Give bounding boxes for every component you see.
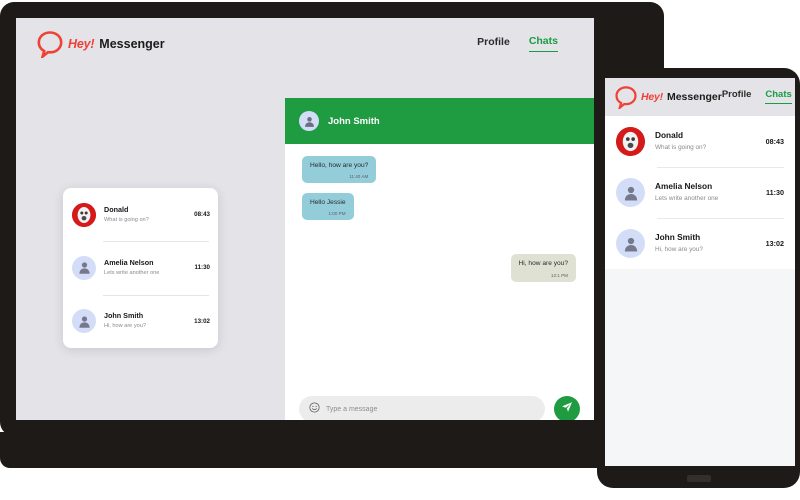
conversation-header: John Smith — [285, 98, 594, 144]
chat-item-preview: Hi, how are you? — [104, 323, 146, 330]
conversation-title: John Smith — [328, 115, 380, 127]
mobile-chat-list: Donald What is going on? 08:43 Amelia Ne… — [605, 116, 795, 269]
nav-profile[interactable]: Profile — [722, 90, 752, 104]
message-row-outgoing: Hi, how are you? 12:1 PM — [302, 254, 576, 282]
person-avatar — [72, 309, 96, 334]
chat-list-item-amelia-nelson[interactable]: Amelia Nelson Lets write another one 11:… — [63, 241, 218, 294]
chat-item-preview: What is going on? — [104, 216, 149, 223]
photo-avatar — [616, 127, 645, 156]
phone-device-frame: Hey! Messenger Profile Chats Donald What… — [597, 68, 800, 488]
message-time: 11:40 AM — [349, 174, 369, 180]
desktop-nav: Profile Chats — [477, 36, 558, 52]
chat-list-item-donald[interactable]: Donald What is going on? 08:43 — [63, 188, 218, 241]
phone-screen: Hey! Messenger Profile Chats Donald What… — [605, 78, 795, 466]
person-avatar — [72, 255, 96, 280]
brand-name-text: Messenger — [666, 91, 722, 103]
paper-plane-icon — [561, 400, 573, 418]
chat-item-texts: Amelia Nelson Lets write another one — [104, 258, 191, 277]
brand-hey-text: Hey! — [68, 37, 95, 51]
brand-logo: Hey! Messenger — [615, 85, 722, 111]
desktop-chat-list: Donald What is going on? 08:43 Amelia Ne… — [63, 188, 218, 348]
message-text: Hello, how are you? — [310, 162, 369, 169]
chat-item-texts: Amelia Nelson Lets write another one — [655, 181, 762, 203]
smiley-icon[interactable] — [309, 400, 320, 418]
message-text: Hello Jessie — [310, 199, 346, 207]
message-text: Hi, how are you? — [518, 260, 568, 268]
message-time: 12:1 PM — [550, 272, 568, 278]
mobile-nav: Profile Chats — [722, 90, 792, 105]
chat-item-time: 11:30 — [194, 264, 210, 272]
conversation-composer: Type a message — [285, 382, 594, 420]
chat-item-time: 13:02 — [765, 239, 784, 248]
message-time: 1:00 PM — [328, 211, 346, 217]
chat-item-time: 08:43 — [765, 137, 784, 146]
chat-list-item-amelia-nelson[interactable]: Amelia Nelson Lets write another one 11:… — [605, 167, 795, 218]
person-avatar — [616, 178, 645, 207]
chat-item-name: Donald — [655, 130, 684, 141]
laptop-base — [0, 432, 664, 468]
chat-item-texts: Donald What is going on? — [104, 204, 190, 224]
phone-home-button[interactable] — [686, 475, 711, 482]
desktop-app-header: Hey! Messenger Profile Chats — [16, 18, 594, 70]
message-bubble: Hi, how are you? 12:1 PM — [510, 254, 576, 282]
chat-item-texts: Donald What is going on? — [655, 130, 762, 152]
message-row-incoming: Hello Jessie 1:00 PM — [302, 193, 576, 221]
message-input-placeholder: Type a message — [326, 405, 378, 413]
brand-logo: Hey! Messenger — [37, 30, 165, 60]
chat-item-name: Amelia Nelson — [655, 181, 713, 192]
brand-hey-text: Hey! — [641, 91, 663, 103]
chat-item-preview: Hi, how are you? — [655, 246, 703, 254]
chat-item-time: 13:02 — [194, 317, 210, 325]
nav-chats[interactable]: Chats — [765, 90, 792, 105]
chat-item-name: Donald — [104, 204, 129, 214]
brand-name-text: Messenger — [99, 37, 165, 51]
photo-avatar — [72, 202, 96, 227]
message-bubble: Hello, how are you? 11:40 AM — [302, 156, 377, 184]
mockup-stage: Hey! Messenger Profile Chats Donald What… — [0, 0, 800, 500]
person-avatar — [299, 111, 319, 131]
chat-item-preview: What is going on? — [655, 144, 707, 152]
desktop-conversation-panel: John Smith Hello, how are you? 11:40 AM … — [285, 98, 594, 420]
chat-item-preview: Lets write another one — [655, 195, 719, 203]
chat-item-name: John Smith — [104, 311, 144, 321]
chat-item-preview: Lets write another one — [104, 270, 160, 277]
nav-chats[interactable]: Chats — [528, 36, 558, 52]
message-row-incoming: Hello, how are you? 11:40 AM — [302, 156, 576, 184]
person-avatar — [616, 229, 645, 258]
speech-bubble-icon — [37, 30, 63, 60]
chat-item-texts: John Smith Hi, how are you? — [655, 232, 762, 254]
laptop-screen: Hey! Messenger Profile Chats Donald What… — [16, 18, 594, 420]
conversation-messages: Hello, how are you? 11:40 AM Hello Jessi… — [285, 144, 594, 382]
chat-list-item-john-smith[interactable]: John Smith Hi, how are you? 13:02 — [63, 294, 218, 348]
message-bubble: Hello Jessie 1:00 PM — [302, 193, 354, 221]
send-button[interactable] — [554, 396, 580, 420]
chat-item-time: 11:30 — [766, 188, 784, 197]
chat-item-name: Amelia Nelson — [104, 258, 154, 268]
speech-bubble-icon — [615, 85, 637, 111]
message-input[interactable]: Type a message — [299, 396, 545, 420]
nav-profile[interactable]: Profile — [477, 37, 510, 52]
chat-item-name: John Smith — [655, 232, 701, 243]
chat-list-item-john-smith[interactable]: John Smith Hi, how are you? 13:02 — [605, 218, 795, 269]
mobile-app-header: Hey! Messenger Profile Chats — [605, 78, 795, 116]
chat-item-time: 08:43 — [194, 211, 210, 219]
chat-item-texts: John Smith Hi, how are you? — [104, 312, 190, 330]
laptop-device-frame: Hey! Messenger Profile Chats Donald What… — [0, 2, 664, 468]
chat-list-item-donald[interactable]: Donald What is going on? 08:43 — [605, 116, 795, 167]
